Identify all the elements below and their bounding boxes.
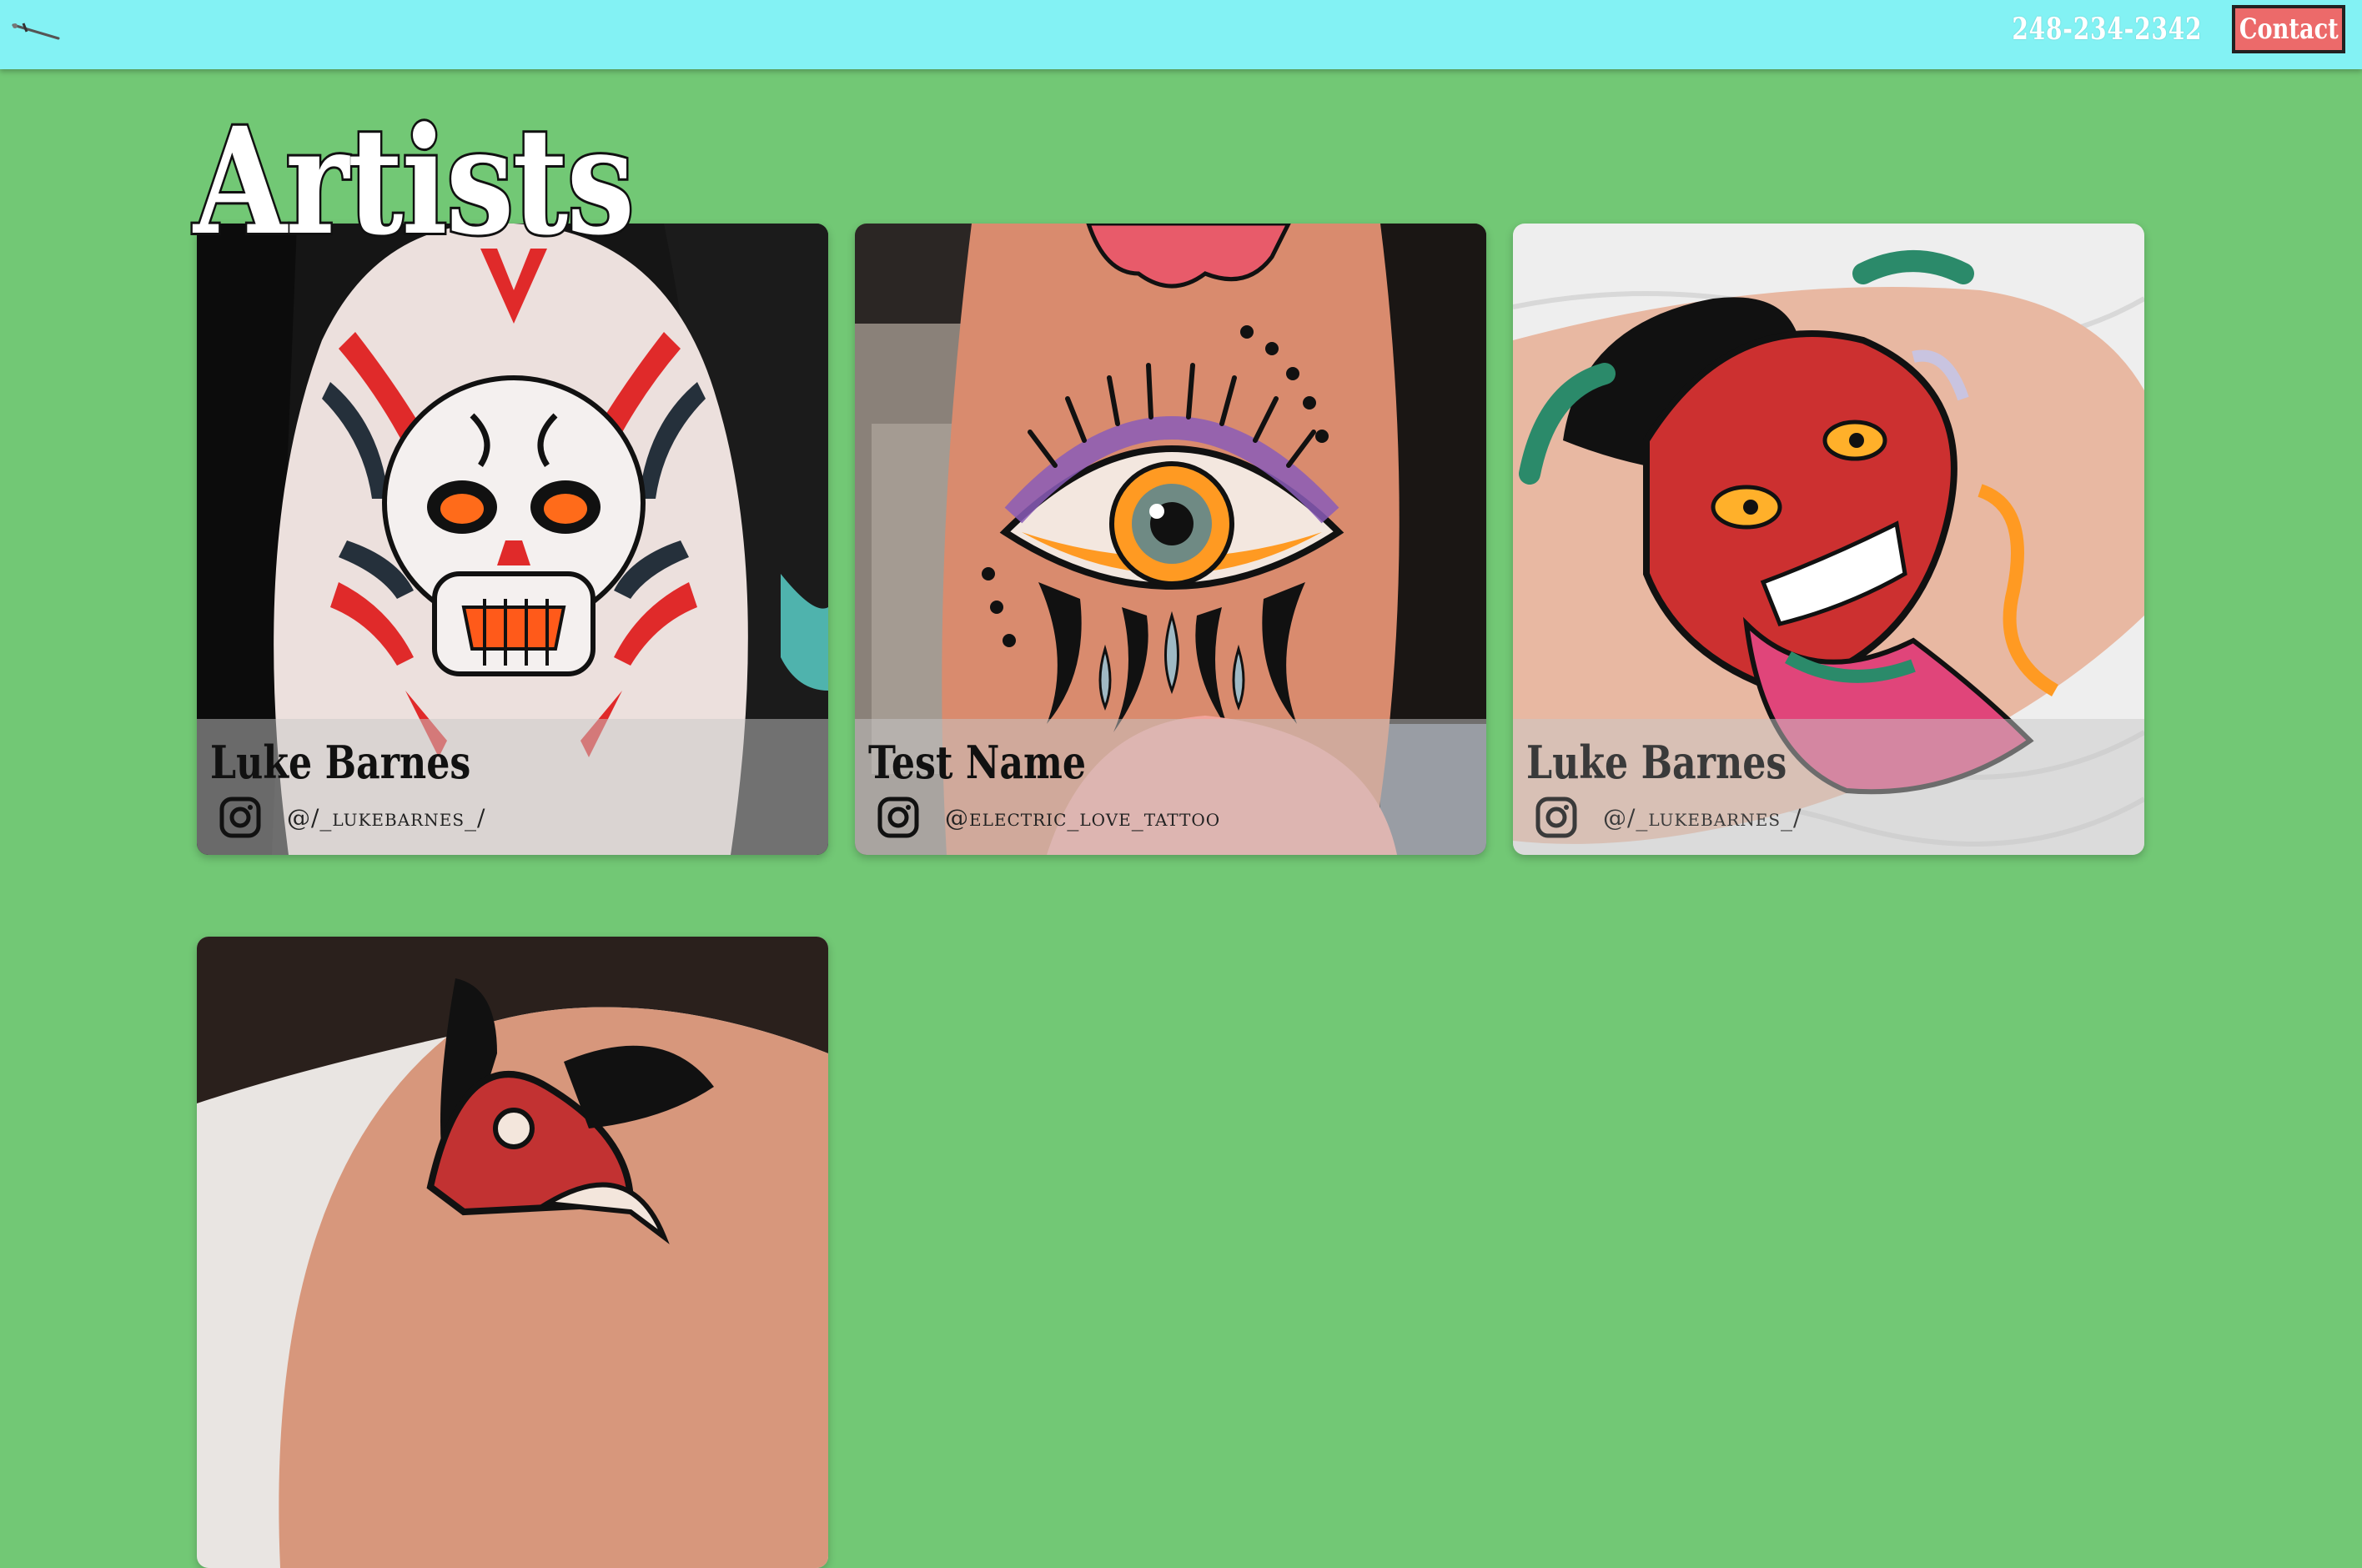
dagger-logo-icon[interactable] (10, 18, 62, 43)
artist-name: Luke Barnes (1526, 736, 1787, 789)
instagram-handle[interactable]: @/_lukebarnes_/ (1603, 804, 1802, 832)
instagram-icon[interactable] (219, 796, 262, 839)
contact-button-label: Contact (2239, 13, 2339, 46)
artist-info-overlay: Luke Barnes @/_lukebarnes_/ (197, 719, 828, 855)
page-title: Artists (192, 95, 637, 268)
artist-info-overlay: Test Name @electric_love_tattoo (855, 719, 1486, 855)
artist-name: Test Name (868, 736, 1087, 789)
top-nav-bar: 248-234-2342 Contact (0, 0, 2362, 69)
artist-card-luke-barnes-2[interactable]: Luke Barnes @/_lukebarnes_/ (1513, 224, 2144, 855)
artist-card-test-name[interactable]: Test Name @electric_love_tattoo (855, 224, 1486, 855)
instagram-handle[interactable]: @electric_love_tattoo (945, 804, 1220, 832)
artist-info-overlay: Luke Barnes @/_lukebarnes_/ (1513, 719, 2144, 855)
artist-card-luke-barnes[interactable]: Luke Barnes @/_lukebarnes_/ (197, 224, 828, 855)
instagram-link[interactable]: @/_lukebarnes_/ (1535, 794, 1802, 841)
instagram-link[interactable]: @/_lukebarnes_/ (219, 794, 485, 841)
instagram-handle[interactable]: @/_lukebarnes_/ (287, 804, 485, 832)
instagram-link[interactable]: @electric_love_tattoo (877, 794, 1220, 841)
artist-card-4[interactable] (197, 937, 828, 1568)
traditional-tattoo-image (197, 937, 828, 1568)
instagram-icon[interactable] (1535, 796, 1578, 839)
phone-number[interactable]: 248-234-2342 (2012, 12, 2202, 47)
instagram-icon[interactable] (877, 796, 920, 839)
artist-name: Luke Barnes (210, 736, 471, 789)
contact-button[interactable]: Contact (2232, 5, 2345, 53)
